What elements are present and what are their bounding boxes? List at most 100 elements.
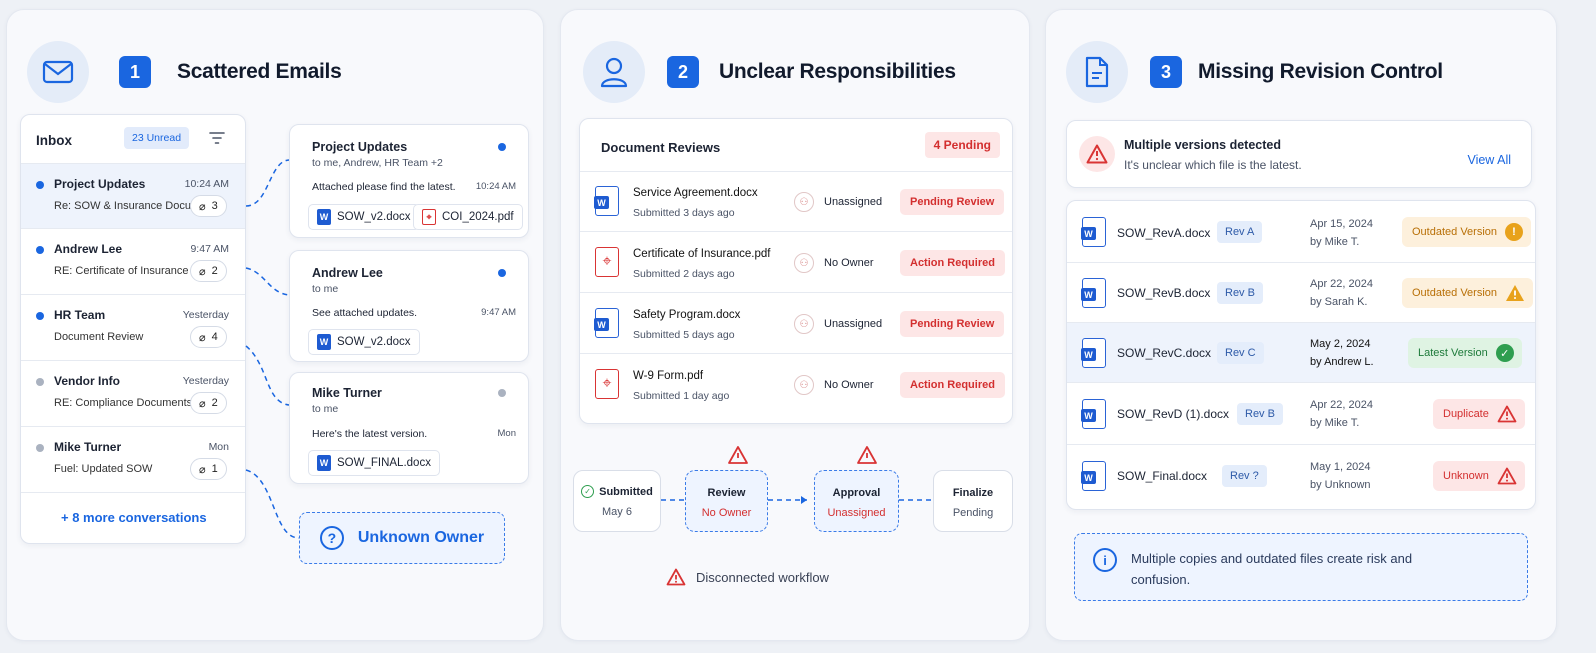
file-name: SOW_RevB.docx bbox=[1117, 286, 1211, 300]
workflow-step-submitted: ✓ Submitted May 6 bbox=[573, 470, 661, 532]
versions-alert-card: Multiple versions detected It's unclear … bbox=[1066, 120, 1532, 188]
file-author: by Mike T. bbox=[1310, 417, 1360, 429]
message-body: Attached please find the latest. bbox=[312, 181, 456, 193]
revision-badge: Rev B bbox=[1217, 282, 1263, 304]
warning-icon bbox=[666, 568, 686, 586]
workflow-step-approval: Approval Unassigned bbox=[814, 470, 899, 532]
word-file-icon: W bbox=[317, 209, 331, 225]
panel-scattered-emails: 1 Scattered Emails Inbox 23 Unread Proje… bbox=[6, 9, 544, 641]
message-sender: Project Updates bbox=[312, 140, 408, 154]
check-circle-icon: ✓ bbox=[581, 485, 595, 498]
file-row[interactable]: W SOW_Final.docx Rev ? May 1, 2024 by Un… bbox=[1067, 445, 1535, 507]
word-file-icon: W bbox=[317, 334, 331, 350]
file-row[interactable]: W SOW_RevC.docx Rev C May 2, 2024 by And… bbox=[1067, 323, 1535, 383]
attachment-chip[interactable]: ⌖ COI_2024.pdf bbox=[413, 204, 523, 230]
unread-dot bbox=[498, 269, 506, 277]
email-message-card[interactable]: Project Updates to me, Andrew, HR Team +… bbox=[289, 124, 529, 238]
status-badge: Duplicate bbox=[1433, 399, 1525, 429]
unknown-owner-label: Unknown Owner bbox=[357, 529, 485, 546]
check-circle-icon: ✓ bbox=[1495, 344, 1514, 362]
file-row[interactable]: W SOW_RevA.docx Rev A Apr 15, 2024 by Mi… bbox=[1067, 201, 1535, 263]
alert-icon-wrap bbox=[1079, 136, 1115, 172]
file-author: by Unknown bbox=[1310, 479, 1371, 491]
message-recipients: to me bbox=[312, 283, 339, 295]
message-recipients: to me, Andrew, HR Team +2 bbox=[312, 157, 443, 169]
document-icon bbox=[1066, 41, 1128, 103]
warning-icon bbox=[1086, 144, 1108, 164]
revision-badge: Rev B bbox=[1237, 403, 1283, 425]
file-date: May 2, 2024 bbox=[1310, 338, 1371, 350]
question-icon: ? bbox=[319, 526, 344, 550]
file-name: SOW_RevC.docx bbox=[1117, 346, 1212, 360]
word-file-icon: W bbox=[1081, 278, 1106, 308]
message-time: 9:47 AM bbox=[481, 307, 516, 318]
workflow-step-title: Approval bbox=[832, 487, 881, 499]
workflow-note-text: Disconnected workflow bbox=[696, 569, 829, 585]
status-badge: Latest Version ✓ bbox=[1408, 338, 1522, 368]
file-author: by Andrew L. bbox=[1310, 356, 1374, 368]
message-time: 10:24 AM bbox=[475, 181, 516, 192]
workflow-step-sub: Unassigned bbox=[827, 507, 886, 519]
warning-triangle-icon bbox=[1506, 285, 1525, 301]
file-date: Apr 15, 2024 bbox=[1310, 218, 1373, 230]
status-badge: Outdated Version bbox=[1402, 278, 1534, 308]
workflow-step-review: Review No Owner bbox=[685, 470, 768, 532]
panel-header: 3 Missing Revision Control bbox=[1066, 40, 1443, 104]
warning-triangle-icon bbox=[1497, 467, 1517, 485]
word-file-icon: W bbox=[1081, 338, 1106, 368]
attachment-chip[interactable]: W SOW_FINAL.docx bbox=[308, 450, 440, 476]
file-author: by Sarah K. bbox=[1310, 296, 1368, 308]
attachment-chip[interactable]: W SOW_v2.docx bbox=[308, 329, 420, 355]
word-file-icon: W bbox=[317, 455, 331, 471]
message-body: Here's the latest version. bbox=[312, 428, 428, 440]
workflow-step-title: Review bbox=[707, 487, 746, 499]
alert-text: It's unclear which file is the latest. bbox=[1124, 158, 1302, 172]
message-body: See attached updates. bbox=[312, 307, 418, 319]
panel-missing-revision-control: 3 Missing Revision Control Multiple vers… bbox=[1045, 9, 1557, 641]
email-message-card[interactable]: Andrew Lee to me See attached updates. 9… bbox=[289, 250, 529, 362]
file-name: SOW_RevD (1).docx bbox=[1117, 407, 1230, 421]
read-dot bbox=[498, 389, 506, 397]
workflow-step-sub: Pending bbox=[952, 507, 994, 519]
file-versions-card: W SOW_RevA.docx Rev A Apr 15, 2024 by Mi… bbox=[1066, 200, 1536, 510]
step-number: 3 bbox=[1150, 56, 1182, 88]
risk-note-text: Multiple copies and outdated files creat… bbox=[1131, 551, 1413, 587]
file-author: by Mike T. bbox=[1310, 236, 1360, 248]
workflow-step-title: Finalize bbox=[952, 487, 994, 499]
workflow-step-finalize: Finalize Pending bbox=[933, 470, 1013, 532]
file-name: SOW_RevA.docx bbox=[1117, 226, 1211, 240]
word-file-icon: W bbox=[1081, 461, 1106, 491]
connector-lines bbox=[245, 159, 300, 539]
file-date: Apr 22, 2024 bbox=[1310, 278, 1373, 290]
email-message-card[interactable]: Mike Turner to me Here's the latest vers… bbox=[289, 372, 529, 484]
file-row[interactable]: W SOW_RevB.docx Rev B Apr 22, 2024 by Sa… bbox=[1067, 263, 1535, 323]
revision-badge: Rev A bbox=[1217, 221, 1263, 243]
workflow-step-title: Submitted bbox=[599, 485, 653, 498]
panel-unclear-responsibilities: 2 Unclear Responsibilities Document Revi… bbox=[560, 9, 1030, 641]
status-badge: Outdated Version ! bbox=[1402, 217, 1532, 247]
attachment-chip[interactable]: W SOW_v2.docx bbox=[308, 204, 420, 230]
pdf-file-icon: ⌖ bbox=[422, 209, 436, 225]
workflow-step-sub: No Owner bbox=[701, 507, 752, 519]
message-time: Mon bbox=[497, 428, 516, 439]
message-recipients: to me bbox=[312, 403, 339, 415]
file-row[interactable]: W SOW_RevD (1).docx Rev B Apr 22, 2024 b… bbox=[1067, 383, 1535, 445]
message-sender: Mike Turner bbox=[312, 386, 382, 400]
file-name: SOW_Final.docx bbox=[1117, 469, 1208, 483]
message-sender: Andrew Lee bbox=[312, 266, 383, 280]
status-badge: Unknown bbox=[1433, 461, 1525, 491]
workflow-note: Disconnected workflow bbox=[666, 568, 829, 586]
word-file-icon: W bbox=[1081, 217, 1106, 247]
unknown-owner-box: ? Unknown Owner bbox=[299, 512, 505, 564]
risk-note-box: i Multiple copies and outdated files cre… bbox=[1074, 533, 1528, 601]
alert-title: Multiple versions detected bbox=[1124, 138, 1281, 152]
file-date: Apr 22, 2024 bbox=[1310, 399, 1373, 411]
workflow-step-sub: May 6 bbox=[602, 506, 632, 518]
warning-circle-icon: ! bbox=[1505, 223, 1524, 241]
revision-badge: Rev ? bbox=[1222, 465, 1267, 487]
unread-dot bbox=[498, 143, 506, 151]
word-file-icon: W bbox=[1081, 399, 1106, 429]
panel-title: Missing Revision Control bbox=[1198, 60, 1443, 83]
view-all-link[interactable]: View All bbox=[1467, 153, 1511, 167]
file-date: May 1, 2024 bbox=[1310, 461, 1371, 473]
